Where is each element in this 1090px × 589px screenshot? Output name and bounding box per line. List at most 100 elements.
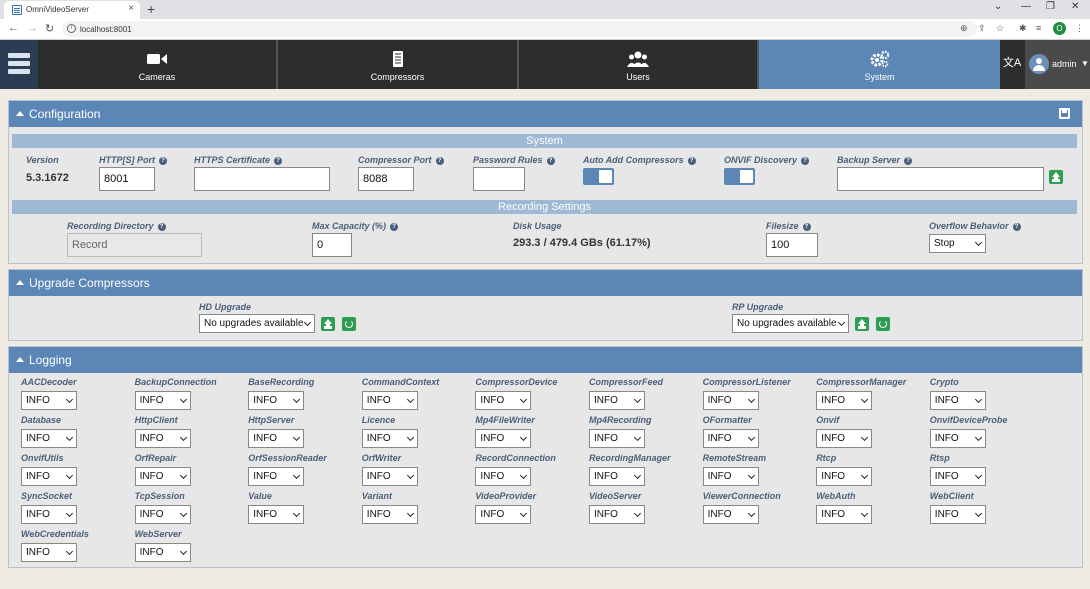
log-level-select[interactable]: INFO xyxy=(929,391,986,410)
log-level-select[interactable]: INFO xyxy=(929,505,986,524)
close-tab-icon[interactable]: × xyxy=(128,3,134,14)
log-level-select[interactable]: INFO xyxy=(248,391,305,410)
log-level-select[interactable]: INFO xyxy=(134,505,191,524)
tab-cameras[interactable]: Cameras xyxy=(38,40,278,89)
log-level-select[interactable]: INFO xyxy=(702,391,759,410)
browser-menu-icon[interactable]: ⋮ xyxy=(1075,23,1084,34)
save-icon[interactable] xyxy=(1059,108,1070,119)
log-level-select[interactable]: INFO xyxy=(702,429,759,448)
minimize-button[interactable]: — xyxy=(1021,1,1031,12)
help-icon[interactable]: ? xyxy=(801,157,810,165)
filesize-input[interactable]: 100 xyxy=(766,233,818,257)
help-icon[interactable]: ? xyxy=(687,157,696,165)
log-level-select[interactable]: INFO xyxy=(21,543,77,562)
log-level-select[interactable]: INFO xyxy=(816,505,873,524)
max-capacity-input[interactable]: 0 xyxy=(312,233,352,257)
tab-users[interactable]: Users xyxy=(519,40,759,89)
help-icon[interactable]: ? xyxy=(904,157,913,165)
extensions-icon[interactable]: ✱ xyxy=(1019,23,1027,34)
log-level-select[interactable]: INFO xyxy=(248,429,305,448)
log-level-select[interactable]: INFO xyxy=(589,505,645,524)
browser-tab[interactable]: OmniVideoServer × xyxy=(4,1,140,19)
user-menu[interactable]: admin ▼ xyxy=(1025,40,1090,89)
log-level-select[interactable]: INFO xyxy=(134,543,191,562)
password-rules-input[interactable] xyxy=(473,167,525,191)
share-icon[interactable]: ⇪ xyxy=(978,23,986,34)
compressor-port-input[interactable]: 8088 xyxy=(358,167,414,191)
help-icon[interactable]: ? xyxy=(390,223,399,231)
help-icon[interactable]: ? xyxy=(274,157,283,165)
overflow-select[interactable]: Stop xyxy=(929,234,986,253)
log-level-select[interactable]: INFO xyxy=(816,429,873,448)
collapse-icon[interactable] xyxy=(16,111,24,116)
log-level-select[interactable]: INFO xyxy=(248,467,305,486)
tab-search-icon[interactable]: ⌄ xyxy=(994,1,1002,12)
log-level-select[interactable]: INFO xyxy=(475,429,532,448)
log-level-select[interactable]: INFO xyxy=(589,391,645,410)
site-info-icon[interactable]: i xyxy=(67,24,76,33)
language-icon[interactable]: 文A xyxy=(1001,46,1023,84)
https-cert-input[interactable] xyxy=(194,167,330,191)
help-icon[interactable]: ? xyxy=(157,223,166,231)
help-icon[interactable]: ? xyxy=(159,157,167,165)
new-tab-button[interactable]: + xyxy=(147,1,155,17)
rp-upgrade-select[interactable]: No upgrades available xyxy=(732,314,849,333)
refresh-icon[interactable] xyxy=(876,317,890,331)
log-level-select[interactable]: INFO xyxy=(21,429,77,448)
forward-icon[interactable]: → xyxy=(27,22,38,34)
http-port-input[interactable]: 8001 xyxy=(99,167,155,191)
refresh-icon[interactable] xyxy=(342,317,356,331)
log-level-select[interactable]: INFO xyxy=(248,505,305,524)
help-icon[interactable]: ? xyxy=(435,157,444,165)
log-level-select[interactable]: INFO xyxy=(702,505,759,524)
close-window-button[interactable]: ✕ xyxy=(1071,1,1079,12)
auto-add-toggle[interactable] xyxy=(583,168,614,185)
log-level-select[interactable]: INFO xyxy=(134,429,191,448)
log-level-select[interactable]: INFO xyxy=(929,429,986,448)
url-field[interactable]: i localhost:8001 xyxy=(62,21,977,37)
configuration-header[interactable]: Configuration xyxy=(9,101,1082,127)
log-level-select[interactable]: INFO xyxy=(21,505,77,524)
log-level-select[interactable]: INFO xyxy=(475,505,532,524)
log-level-select[interactable]: INFO xyxy=(702,467,759,486)
tab-system[interactable]: System xyxy=(759,40,1000,89)
tab-compressors[interactable]: Compressors xyxy=(278,40,519,89)
log-level-select[interactable]: INFO xyxy=(361,429,418,448)
logging-header[interactable]: Logging xyxy=(9,347,1082,373)
log-level-select[interactable]: INFO xyxy=(929,467,986,486)
help-icon[interactable]: ? xyxy=(1012,223,1021,231)
log-level-select[interactable]: INFO xyxy=(589,429,645,448)
log-level-select[interactable]: INFO xyxy=(361,391,418,410)
log-level-select[interactable]: INFO xyxy=(475,391,532,410)
reading-list-icon[interactable]: ≡ xyxy=(1036,23,1041,33)
upload-icon[interactable] xyxy=(321,317,335,331)
zoom-icon[interactable]: ⊕ xyxy=(960,23,968,34)
menu-button[interactable] xyxy=(0,40,38,89)
reload-icon[interactable]: ↻ xyxy=(45,22,54,35)
log-level-select[interactable]: INFO xyxy=(21,467,77,486)
profile-avatar[interactable]: O xyxy=(1053,22,1066,35)
log-level-select[interactable]: INFO xyxy=(134,391,191,410)
help-icon[interactable]: ? xyxy=(802,223,811,231)
log-level-select[interactable]: INFO xyxy=(361,467,418,486)
log-level-select[interactable]: INFO xyxy=(21,391,77,410)
help-icon[interactable]: ? xyxy=(546,157,555,165)
log-level-select[interactable]: INFO xyxy=(816,467,873,486)
log-level-select[interactable]: INFO xyxy=(475,467,532,486)
recording-dir-input[interactable]: Record xyxy=(67,233,202,257)
upload-icon[interactable] xyxy=(1049,170,1063,184)
onvif-toggle[interactable] xyxy=(724,168,755,185)
backup-server-input[interactable] xyxy=(837,167,1044,191)
back-icon[interactable]: ← xyxy=(8,22,19,34)
maximize-button[interactable]: ❐ xyxy=(1046,1,1055,12)
collapse-icon[interactable] xyxy=(16,357,24,362)
upgrade-header[interactable]: Upgrade Compressors xyxy=(9,270,1082,296)
log-level-select[interactable]: INFO xyxy=(134,467,191,486)
upload-icon[interactable] xyxy=(855,317,869,331)
log-level-select[interactable]: INFO xyxy=(816,391,873,410)
collapse-icon[interactable] xyxy=(16,280,24,285)
bookmark-star-icon[interactable]: ☆ xyxy=(996,23,1004,34)
log-level-select[interactable]: INFO xyxy=(589,467,645,486)
hd-upgrade-select[interactable]: No upgrades available xyxy=(199,314,315,333)
log-level-select[interactable]: INFO xyxy=(361,505,418,524)
